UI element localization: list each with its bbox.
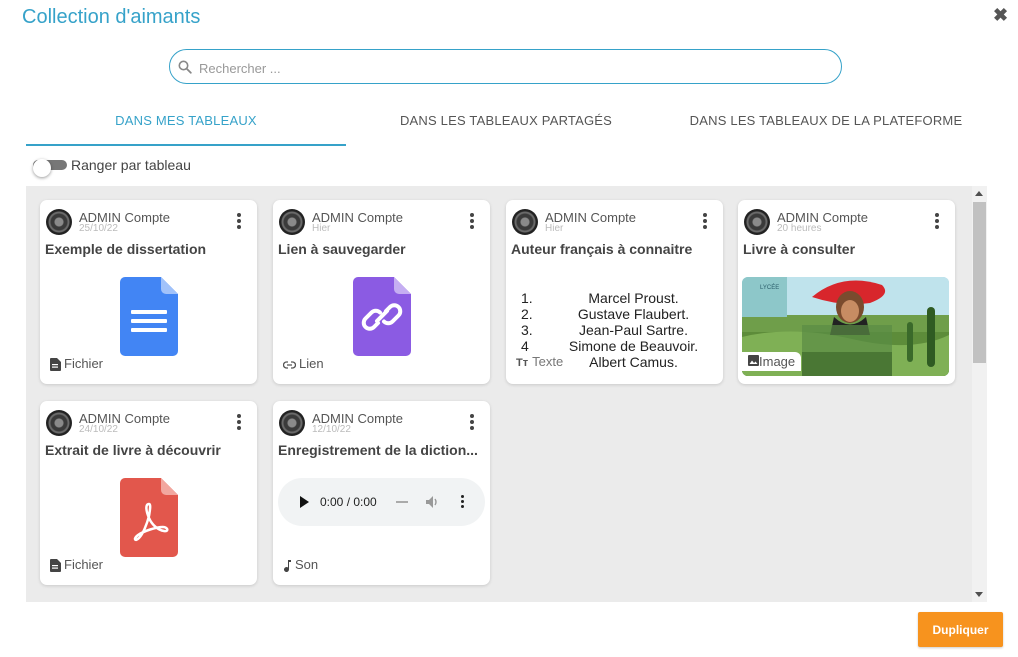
card-date: Hier	[545, 223, 564, 234]
tab-tableaux-partages[interactable]: DANS LES TABLEAUX PARTAGÉS	[346, 104, 666, 144]
list-number: 3.	[521, 322, 533, 338]
audio-more-icon[interactable]	[459, 495, 465, 511]
card-type-label: Son	[295, 557, 319, 572]
card-title: Enregistrement de la diction...	[278, 442, 478, 458]
magnet-card[interactable]: ADMIN Compte Hier Auteur français à conn…	[506, 200, 723, 384]
search-box[interactable]	[169, 49, 842, 84]
play-icon[interactable]	[300, 496, 309, 508]
list-text: Marcel Proust.	[588, 290, 679, 306]
pdf-file-icon	[120, 478, 178, 557]
audio-progress-bar[interactable]	[396, 501, 408, 503]
toggle-knob[interactable]	[33, 159, 51, 177]
card-type-label: Image	[759, 354, 796, 369]
magnet-card[interactable]: ADMIN Compte 20 heures Livre à consulter…	[738, 200, 955, 384]
list-text: Simone de Beauvoir.	[568, 338, 699, 354]
card-type: Tт Texte	[510, 352, 570, 371]
card-title: Livre à consulter	[743, 241, 856, 257]
list-item: 1. Marcel Proust.	[521, 290, 711, 306]
list-item: 3. Jean-Paul Sartre.	[521, 322, 711, 338]
card-title: Auteur français à connaitre	[511, 241, 693, 257]
card-date: 12/10/22	[312, 424, 351, 435]
volume-icon[interactable]	[424, 494, 440, 510]
scroll-thumb[interactable]	[973, 202, 986, 363]
avatar	[46, 209, 72, 235]
list-number: 2.	[521, 306, 533, 322]
svg-text:LYCÉE: LYCÉE	[760, 284, 779, 291]
tab-bar: DANS MES TABLEAUX DANS LES TABLEAUX PART…	[26, 104, 992, 146]
card-type-label: Lien	[299, 356, 324, 371]
dialog-title: Collection d'aimants	[22, 6, 201, 28]
google-docs-icon	[120, 277, 178, 356]
magnet-grid: ADMIN Compte 25/10/22 Exemple de dissert…	[26, 186, 987, 602]
more-options-icon[interactable]	[702, 213, 708, 231]
card-title: Lien à sauvegarder	[278, 241, 406, 257]
audio-player[interactable]: 0:00 / 0:00	[278, 478, 485, 526]
more-options-icon[interactable]	[469, 213, 475, 231]
list-number: 1.	[521, 290, 533, 306]
more-options-icon[interactable]	[236, 213, 242, 231]
tab-tableaux-plateforme[interactable]: DANS LES TABLEAUX DE LA PLATEFORME	[666, 104, 986, 144]
scroll-up-arrow-icon[interactable]	[975, 191, 983, 196]
toggle-label: Ranger par tableau	[71, 157, 191, 173]
image-icon	[748, 355, 759, 366]
card-type-label: Fichier	[64, 356, 104, 371]
toggle-track[interactable]	[33, 159, 67, 177]
avatar	[512, 209, 538, 235]
search-icon	[178, 60, 192, 74]
card-type: Son	[283, 557, 318, 572]
magnet-card[interactable]: ADMIN Compte 25/10/22 Exemple de dissert…	[40, 200, 257, 384]
more-options-icon[interactable]	[236, 414, 242, 432]
list-item: 2. Gustave Flaubert.	[521, 306, 711, 322]
more-options-icon[interactable]	[934, 213, 940, 231]
scrollbar[interactable]	[972, 186, 987, 602]
avatar	[279, 410, 305, 436]
list-text: Albert Camus.	[589, 354, 678, 370]
scroll-down-arrow-icon[interactable]	[975, 592, 983, 597]
tab-mes-tableaux[interactable]: DANS MES TABLEAUX	[26, 104, 346, 146]
text-icon: Tт	[516, 357, 529, 369]
file-icon	[50, 559, 61, 573]
magnet-card[interactable]: ADMIN Compte 12/10/22 Enregistrement de …	[273, 401, 490, 585]
card-date: 24/10/22	[79, 424, 118, 435]
link-icon	[283, 360, 296, 369]
card-date: Hier	[312, 223, 331, 234]
close-icon[interactable]: ✖	[993, 6, 1008, 24]
card-type: Fichier	[50, 557, 104, 573]
avatar	[46, 410, 72, 436]
card-type: Lien	[283, 356, 324, 371]
card-type: Image	[742, 352, 802, 371]
card-title: Extrait de livre à découvrir	[45, 442, 221, 458]
list-text: Jean-Paul Sartre.	[579, 322, 688, 338]
search-input[interactable]	[197, 56, 821, 80]
list-text: Gustave Flaubert.	[577, 306, 690, 322]
music-note-icon	[284, 559, 291, 572]
avatar	[744, 209, 770, 235]
card-title: Exemple de dissertation	[45, 241, 207, 257]
card-type: Fichier	[50, 356, 104, 372]
duplicate-button[interactable]: Dupliquer	[918, 612, 1003, 647]
magnet-card[interactable]: ADMIN Compte Hier Lien à sauvegarder Lie…	[273, 200, 490, 384]
more-options-icon[interactable]	[469, 414, 475, 432]
card-type-label: Texte	[532, 354, 564, 369]
avatar	[279, 209, 305, 235]
card-date: 20 heures	[777, 223, 822, 234]
magnet-card[interactable]: ADMIN Compte 24/10/22 Extrait de livre à…	[40, 401, 257, 585]
file-icon	[50, 358, 61, 372]
link-file-icon	[353, 277, 411, 356]
card-type-label: Fichier	[64, 557, 104, 572]
audio-time: 0:00 / 0:00	[320, 495, 377, 509]
card-date: 25/10/22	[79, 223, 118, 234]
